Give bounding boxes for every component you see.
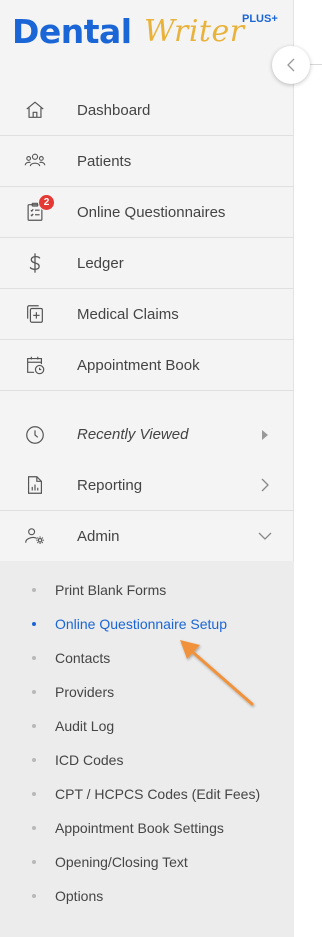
submenu-item-audit-log[interactable]: Audit Log [0, 709, 294, 743]
menu-label: Reporting [77, 476, 143, 494]
collapse-sidebar-button[interactable] [272, 46, 310, 84]
admin-submenu: Print Blank Forms Online Questionnaire S… [0, 561, 294, 937]
menu-item-reporting[interactable]: Reporting [0, 460, 294, 511]
users-icon [24, 150, 46, 172]
menu-label: Patients [77, 152, 132, 170]
submenu-label: Print Blank Forms [55, 582, 167, 598]
main-menu: Dashboard Patients 2 Online Questionnair… [0, 85, 294, 562]
submenu-item-icd-codes[interactable]: ICD Codes [0, 743, 294, 777]
submenu-item-online-questionnaire-setup[interactable]: Online Questionnaire Setup [0, 607, 294, 641]
submenu-item-print-blank-forms[interactable]: Print Blank Forms [0, 573, 294, 607]
bullet-icon [32, 690, 36, 694]
menu-label: Recently Viewed [77, 426, 189, 443]
submenu-item-options[interactable]: Options [0, 879, 294, 913]
submenu-label: Providers [55, 684, 115, 700]
report-icon [24, 474, 46, 496]
chevron-right-icon [258, 478, 272, 492]
menu-label: Admin [77, 527, 120, 545]
submenu-item-appointment-book-settings[interactable]: Appointment Book Settings [0, 811, 294, 845]
menu-label: Dashboard [77, 101, 151, 119]
bullet-icon [32, 758, 36, 762]
chevron-left-icon [287, 58, 295, 72]
menu-item-dashboard[interactable]: Dashboard [0, 85, 294, 136]
submenu-label: Appointment Book Settings [55, 820, 224, 836]
notification-badge: 2 [38, 194, 55, 211]
menu-label: Online Questionnaires [77, 203, 226, 221]
submenu-label: CPT / HCPCS Codes (Edit Fees) [55, 786, 261, 802]
logo-text-dental: Dental [12, 12, 132, 51]
bullet-icon [32, 860, 36, 864]
menu-item-appointment-book[interactable]: Appointment Book [0, 340, 294, 391]
menu-label: Medical Claims [77, 305, 179, 323]
submenu-label: Opening/Closing Text [55, 854, 188, 870]
submenu-label: Online Questionnaire Setup [55, 616, 227, 632]
menu-item-medical-claims[interactable]: Medical Claims [0, 289, 294, 340]
calendar-clock-icon [24, 354, 46, 376]
sidebar: Dental Writer PLUS+ Dashboard Patients 2… [0, 0, 294, 937]
bullet-icon [32, 588, 36, 592]
submenu-item-contacts[interactable]: Contacts [0, 641, 294, 675]
submenu-label: ICD Codes [55, 752, 124, 768]
clock-icon [24, 424, 46, 446]
menu-item-online-questionnaires[interactable]: 2 Online Questionnaires [0, 187, 294, 238]
clipboard-icon: 2 [24, 194, 55, 223]
bullet-icon [32, 792, 36, 796]
submenu-label: Options [55, 888, 104, 904]
submenu-item-providers[interactable]: Providers [0, 675, 294, 709]
bullet-icon [32, 656, 36, 660]
menu-item-patients[interactable]: Patients [0, 136, 294, 187]
app-logo[interactable]: Dental Writer PLUS+ [12, 8, 292, 54]
menu-item-recently-viewed[interactable]: Recently Viewed [0, 409, 294, 460]
submenu-label: Audit Log [55, 718, 115, 734]
caret-right-icon [258, 428, 272, 442]
menu-label: Ledger [77, 254, 124, 272]
submenu-label: Contacts [55, 650, 111, 666]
menu-spacer [0, 391, 294, 409]
menu-item-ledger[interactable]: Ledger [0, 238, 294, 289]
menu-item-admin[interactable]: Admin [0, 511, 294, 562]
chevron-down-icon [258, 529, 272, 543]
bullet-icon [32, 826, 36, 830]
medical-claim-icon [24, 303, 46, 325]
collapse-divider [310, 64, 322, 65]
admin-icon [24, 525, 46, 547]
bullet-icon [32, 622, 36, 626]
logo-edition: PLUS+ [242, 13, 278, 25]
home-icon [24, 99, 46, 121]
submenu-item-opening-closing-text[interactable]: Opening/Closing Text [0, 845, 294, 879]
menu-label: Appointment Book [77, 356, 200, 374]
submenu-item-cpt-hcpcs-codes[interactable]: CPT / HCPCS Codes (Edit Fees) [0, 777, 294, 811]
logo-text-writer: Writer [144, 14, 245, 49]
dollar-icon [24, 252, 46, 274]
bullet-icon [32, 724, 36, 728]
bullet-icon [32, 894, 36, 898]
